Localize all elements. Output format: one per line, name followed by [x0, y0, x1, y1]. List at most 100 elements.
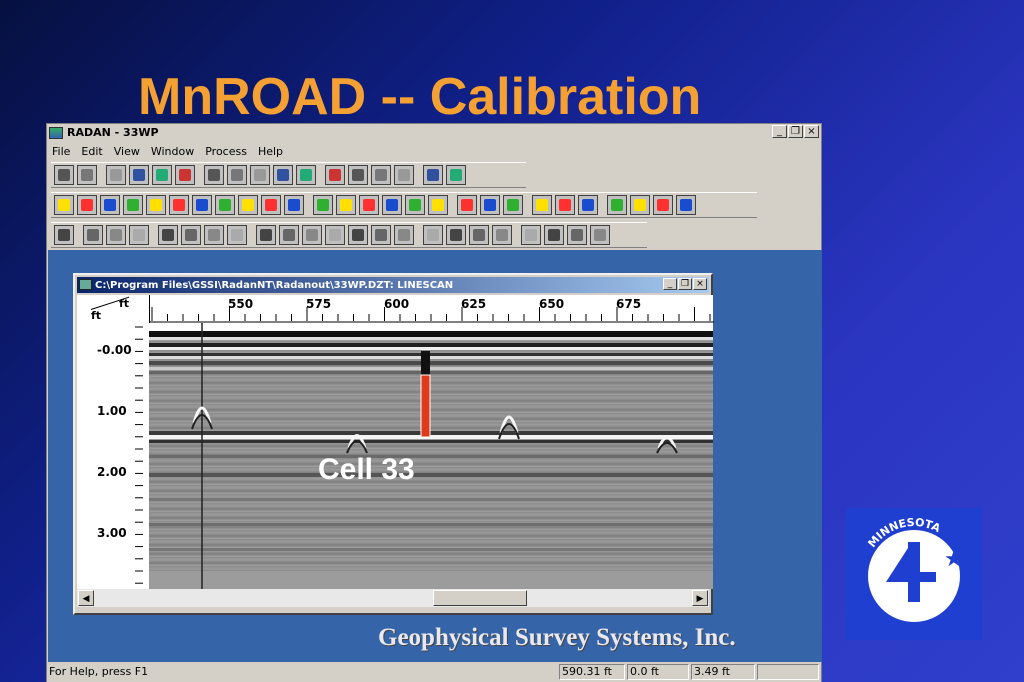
toolbar-button-icon[interactable] [181, 225, 201, 245]
toolbar-button-icon[interactable] [227, 225, 247, 245]
toolbar-button-icon[interactable] [348, 165, 368, 185]
toolbar-button-icon[interactable] [394, 225, 414, 245]
menu-process[interactable]: Process [200, 145, 253, 158]
toolbar-button-icon[interactable] [371, 165, 391, 185]
toolbar-button-icon[interactable] [175, 165, 195, 185]
toolbar-button-icon[interactable] [446, 225, 466, 245]
toolbar-button-icon[interactable] [204, 225, 224, 245]
linescan-title: C:\Program Files\GSSI\RadanNT\Radanout\3… [95, 279, 454, 291]
toolbar-button-icon[interactable] [215, 195, 235, 215]
toolbar-button-icon[interactable] [192, 195, 212, 215]
toolbar-button-icon[interactable] [273, 165, 293, 185]
toolbar-button-icon[interactable] [261, 195, 281, 215]
toolbar-process [51, 192, 757, 218]
y-tick-label: 1.00 [97, 404, 127, 418]
status-help-text: For Help, press F1 [49, 665, 149, 678]
toolbar-button-icon[interactable] [555, 195, 575, 215]
child-close-button[interactable]: × [693, 278, 707, 290]
toolbar-button-icon[interactable] [83, 225, 103, 245]
axis-corner-label: ft ft [77, 295, 149, 323]
toolbar-button-icon[interactable] [359, 195, 379, 215]
toolbar-button-icon[interactable] [423, 225, 443, 245]
toolbar-button-icon[interactable] [129, 225, 149, 245]
horizontal-scrollbar[interactable]: ◀ ▶ [77, 589, 709, 607]
toolbar-button-icon[interactable] [630, 195, 650, 215]
toolbar-button-icon[interactable] [544, 225, 564, 245]
menu-edit[interactable]: Edit [76, 145, 108, 158]
status-empty [757, 664, 819, 680]
toolbar-button-icon[interactable] [106, 165, 126, 185]
app-titlebar[interactable]: RADAN - 33WP _ ❐ × [47, 124, 821, 141]
toolbar-button-icon[interactable] [169, 195, 189, 215]
toolbar-button-icon[interactable] [77, 195, 97, 215]
toolbar-button-icon[interactable] [480, 195, 500, 215]
close-button[interactable]: × [804, 125, 819, 138]
toolbar-button-icon[interactable] [123, 195, 143, 215]
minimize-button[interactable]: _ [772, 125, 787, 138]
toolbar-button-icon[interactable] [371, 225, 391, 245]
menu-window[interactable]: Window [146, 145, 200, 158]
toolbar-button-icon[interactable] [590, 225, 610, 245]
toolbar-button-icon[interactable] [325, 165, 345, 185]
menu-file[interactable]: File [47, 145, 76, 158]
toolbar-button-icon[interactable] [653, 195, 673, 215]
toolbar-button-icon[interactable] [302, 225, 322, 245]
scroll-thumb[interactable] [433, 590, 527, 606]
menu-help[interactable]: Help [253, 145, 289, 158]
scroll-right-arrow-icon[interactable]: ▶ [692, 590, 708, 606]
radargram-image[interactable] [149, 323, 713, 589]
toolbar-button-icon[interactable] [152, 165, 172, 185]
x-tick-label: 650 [539, 297, 565, 311]
toolbar-button-icon[interactable] [607, 195, 627, 215]
restore-button[interactable]: ❐ [788, 125, 803, 138]
status-depth: 3.49 ft [691, 664, 755, 680]
toolbar-button-icon[interactable] [146, 195, 166, 215]
toolbar-button-icon[interactable] [158, 225, 178, 245]
toolbar-button-icon[interactable] [382, 195, 402, 215]
toolbar-button-icon[interactable] [77, 165, 97, 185]
linescan-titlebar[interactable]: C:\Program Files\GSSI\RadanNT\Radanout\3… [77, 277, 709, 293]
toolbar-button-icon[interactable] [521, 225, 541, 245]
toolbar-button-icon[interactable] [567, 225, 587, 245]
company-label: Geophysical Survey Systems, Inc. [378, 624, 736, 651]
toolbar-button-icon[interactable] [54, 225, 74, 245]
toolbar-button-icon[interactable] [405, 195, 425, 215]
toolbar-button-icon[interactable] [394, 165, 414, 185]
toolbar-button-icon[interactable] [532, 195, 552, 215]
toolbar-button-icon[interactable] [296, 165, 316, 185]
toolbar-button-icon[interactable] [129, 165, 149, 185]
toolbar-button-icon[interactable] [423, 165, 443, 185]
toolbar-button-icon[interactable] [428, 195, 448, 215]
toolbar-button-icon[interactable] [279, 225, 299, 245]
toolbar-button-icon[interactable] [227, 165, 247, 185]
toolbar-button-icon[interactable] [256, 225, 276, 245]
toolbar-button-icon[interactable] [106, 225, 126, 245]
toolbar-button-icon[interactable] [238, 195, 258, 215]
child-minimize-button[interactable]: _ [663, 278, 677, 290]
toolbar-button-icon[interactable] [578, 195, 598, 215]
toolbar-button-icon[interactable] [446, 165, 466, 185]
marker-top [421, 351, 430, 375]
toolbar-button-icon[interactable] [676, 195, 696, 215]
toolbar-button-icon[interactable] [250, 165, 270, 185]
toolbar-button-icon[interactable] [313, 195, 333, 215]
x-tick-label: 625 [461, 297, 487, 311]
x-tick-label: 675 [616, 297, 642, 311]
toolbar-button-icon[interactable] [469, 225, 489, 245]
child-restore-button[interactable]: ❐ [678, 278, 692, 290]
cell-label: Cell 33 [318, 453, 415, 486]
toolbar-button-icon[interactable] [336, 195, 356, 215]
toolbar-button-icon[interactable] [284, 195, 304, 215]
toolbar-button-icon[interactable] [204, 165, 224, 185]
toolbar-button-icon[interactable] [348, 225, 368, 245]
menu-view[interactable]: View [109, 145, 146, 158]
toolbar-button-icon[interactable] [325, 225, 345, 245]
toolbar-button-icon[interactable] [492, 225, 512, 245]
toolbar-button-icon[interactable] [100, 195, 120, 215]
toolbar-button-icon[interactable] [457, 195, 477, 215]
y-tick-label: -0.00 [97, 343, 132, 357]
scroll-left-arrow-icon[interactable]: ◀ [78, 590, 94, 606]
toolbar-button-icon[interactable] [54, 195, 74, 215]
toolbar-button-icon[interactable] [503, 195, 523, 215]
toolbar-button-icon[interactable] [54, 165, 74, 185]
